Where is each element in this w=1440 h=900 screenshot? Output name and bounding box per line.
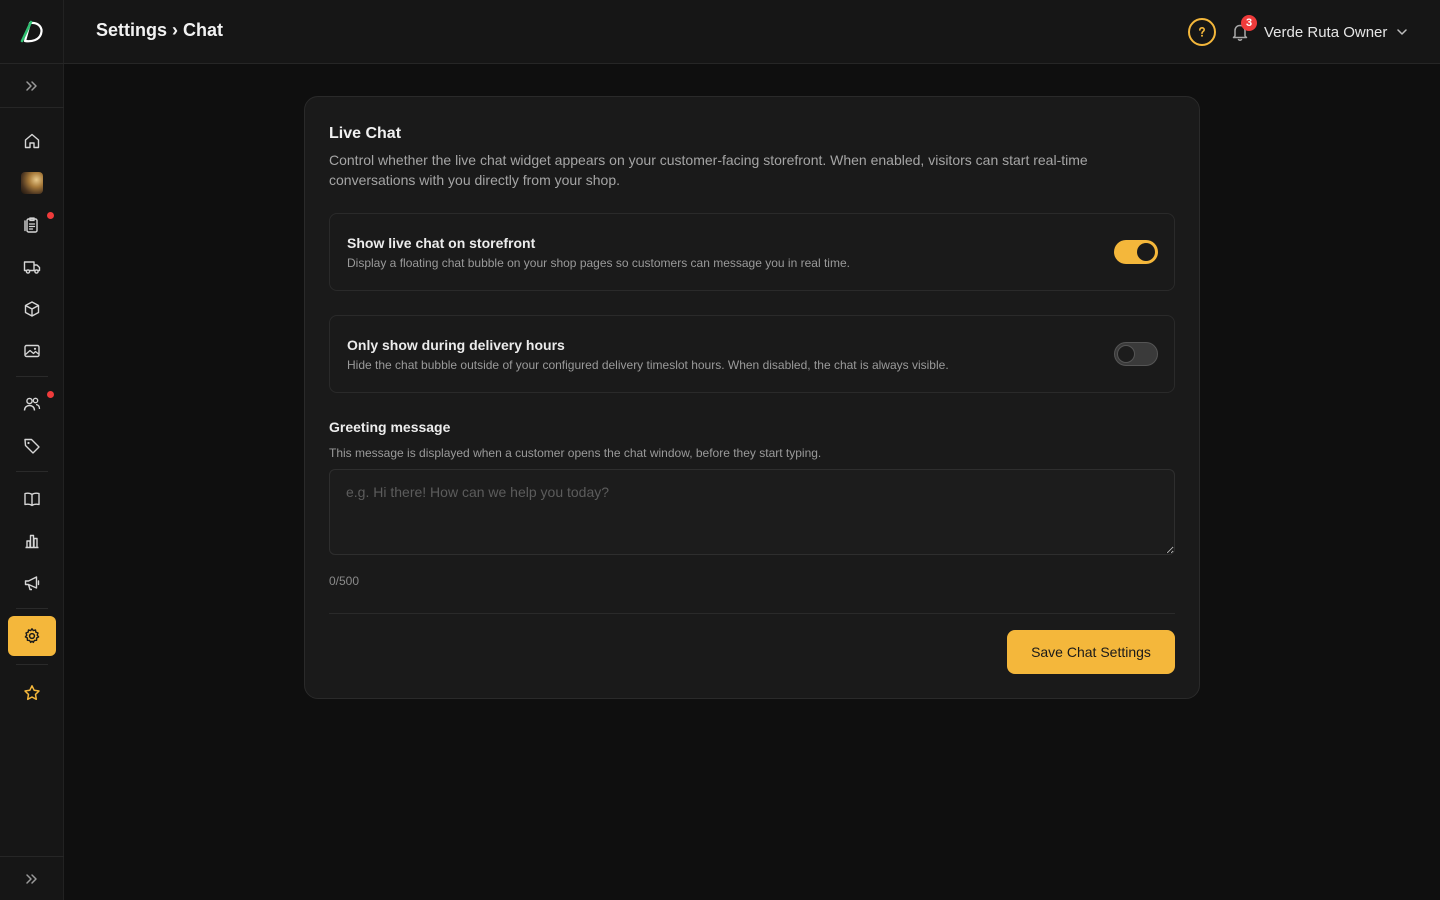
setting-help: Display a floating chat bubble on your s…	[347, 256, 850, 270]
nav-customers[interactable]	[8, 384, 56, 424]
setting-row-delivery-hours: Only show during delivery hours Hide the…	[329, 315, 1175, 393]
top-header: Settings › Chat 3 Verde Ruta Owner	[64, 0, 1440, 64]
page-title: Settings › Chat	[96, 20, 224, 40]
truck-icon	[23, 261, 41, 274]
card-divider	[329, 613, 1175, 614]
box-icon	[24, 301, 40, 317]
nav-home[interactable]	[8, 121, 56, 161]
chart-icon	[25, 534, 39, 549]
gear-icon	[24, 628, 40, 644]
store-avatar	[21, 172, 43, 194]
setting-row-show-live-chat: Show live chat on storefront Display a f…	[329, 213, 1175, 291]
nav-guides[interactable]	[8, 479, 56, 519]
nav-orders[interactable]	[8, 205, 56, 245]
nav-marketing[interactable]	[8, 563, 56, 603]
user-menu[interactable]: Verde Ruta Owner	[1264, 21, 1409, 43]
chevrons-right-icon	[26, 873, 37, 884]
card-title: Live Chat	[329, 125, 402, 142]
nav-store[interactable]	[8, 163, 56, 203]
expand-sidebar-bottom-button[interactable]	[0, 856, 64, 900]
setting-label: Show live chat on storefront	[347, 235, 536, 251]
nav-media[interactable]	[8, 331, 56, 371]
sidebar-divider	[16, 471, 48, 472]
users-icon	[23, 397, 41, 411]
save-chat-settings-button[interactable]: Save Chat Settings	[1007, 630, 1175, 674]
help-button[interactable]	[1188, 18, 1216, 46]
tag-icon	[24, 438, 40, 454]
customers-alert-dot	[47, 391, 54, 398]
app-logo[interactable]	[0, 0, 64, 64]
nav-analytics[interactable]	[8, 521, 56, 561]
nav-settings[interactable]	[8, 616, 56, 656]
card-description: Control whether the live chat widget app…	[329, 152, 1088, 188]
orders-alert-dot	[47, 212, 54, 219]
nav-products[interactable]	[8, 289, 56, 329]
greeting-label: Greeting message	[329, 419, 451, 435]
image-icon	[24, 344, 40, 358]
setting-help: Hide the chat bubble outside of your con…	[347, 358, 949, 372]
star-icon	[24, 685, 40, 701]
home-icon	[24, 133, 40, 149]
book-icon	[24, 492, 40, 507]
megaphone-icon	[24, 576, 40, 591]
nav-discounts[interactable]	[8, 426, 56, 466]
expand-sidebar-button[interactable]	[0, 64, 64, 108]
greeting-help: This message is displayed when a custome…	[329, 446, 822, 460]
delivery-hours-toggle[interactable]	[1114, 342, 1158, 366]
sidebar-divider	[16, 608, 48, 609]
nav-delivery[interactable]	[8, 247, 56, 287]
notifications-button[interactable]: 3	[1228, 15, 1257, 44]
question-icon	[1199, 26, 1206, 37]
live-chat-card: Live Chat Control whether the live chat …	[304, 96, 1200, 699]
user-name: Verde Ruta Owner	[1264, 23, 1388, 41]
logo-icon	[20, 20, 43, 42]
sidebar	[0, 0, 64, 900]
toggle-knob	[1137, 243, 1155, 261]
greeting-message-textarea[interactable]	[329, 469, 1175, 555]
sidebar-divider	[16, 664, 48, 665]
setting-label: Only show during delivery hours	[347, 337, 565, 353]
chevrons-right-icon	[26, 80, 37, 91]
show-live-chat-toggle[interactable]	[1114, 240, 1158, 264]
orders-icon	[24, 217, 38, 233]
character-counter: 0/500	[329, 574, 360, 588]
chevron-down-icon	[1397, 29, 1408, 35]
notification-count-badge: 3	[1241, 15, 1257, 31]
sidebar-divider	[16, 376, 48, 377]
nav-favorites[interactable]	[8, 673, 56, 713]
toggle-knob	[1117, 345, 1135, 363]
